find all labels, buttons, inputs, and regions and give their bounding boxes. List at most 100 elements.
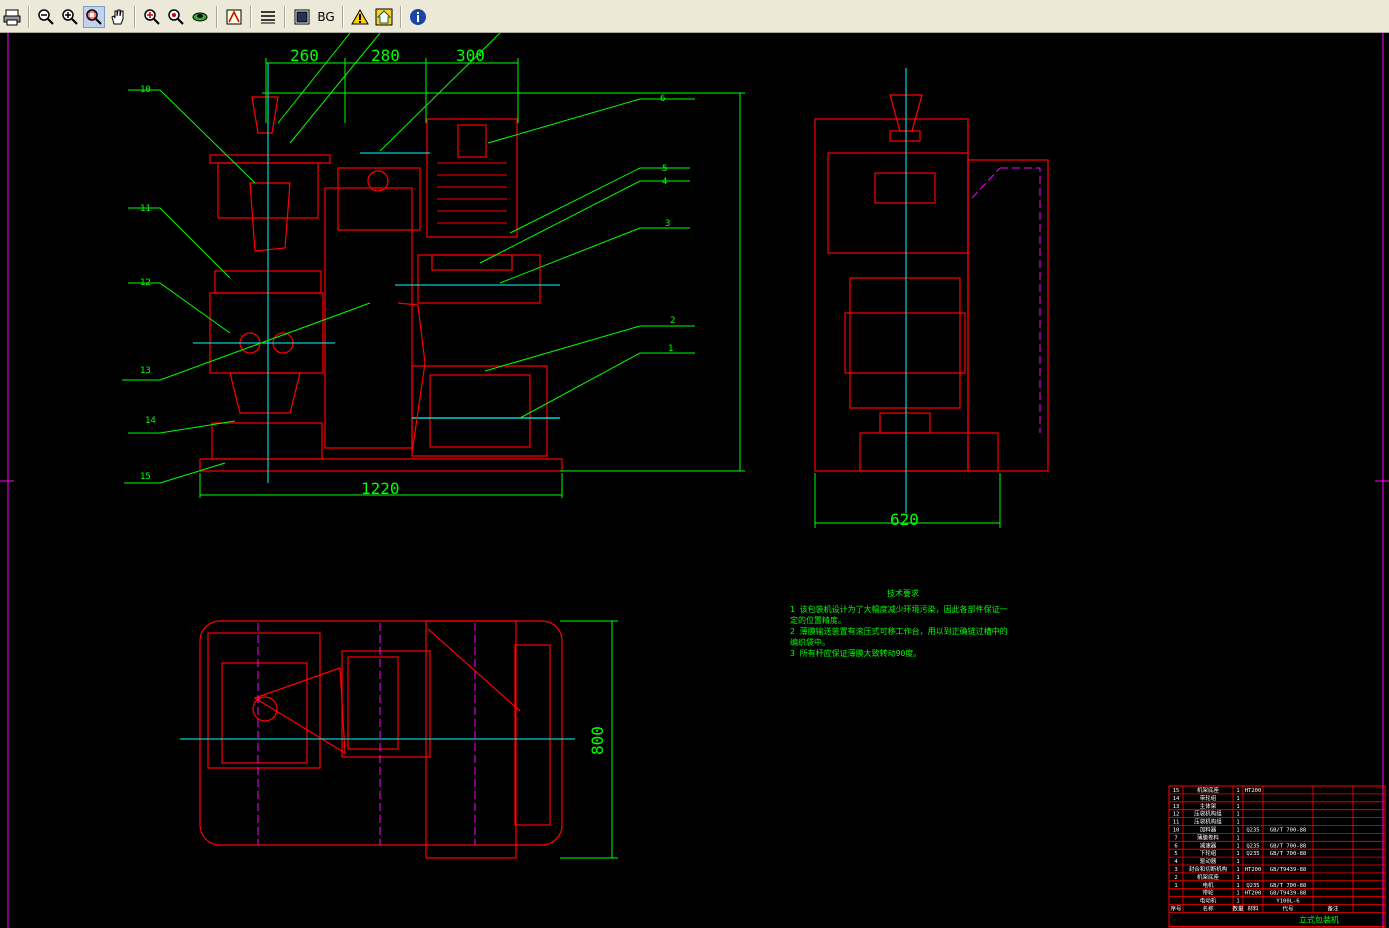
bom-cell: 2	[1174, 875, 1177, 881]
tech-title: 技术要求	[887, 588, 919, 598]
bom-cell: Y100L-6	[1276, 899, 1299, 905]
screen-button[interactable]	[291, 6, 313, 28]
zoom-window-icon	[86, 8, 102, 25]
bom-cell: 11	[1173, 820, 1180, 826]
dim-1220: 1220	[361, 479, 400, 498]
bom-cell: HT200	[1245, 891, 1262, 897]
cad-drawing: 260 280 300 1220 10 11 12 13 14 15 6 5 4…	[0, 33, 1389, 928]
bom-cell: 1	[1174, 883, 1177, 889]
bom-cell: HT200	[1245, 867, 1262, 873]
side-hidden	[971, 167, 1041, 433]
front-dimensions	[199, 58, 745, 498]
dim-620: 620	[890, 510, 919, 529]
side-view	[814, 94, 1049, 472]
callout-10: 10	[140, 85, 151, 95]
bom-header-cell: 名称	[1202, 905, 1214, 913]
properties-button[interactable]	[257, 6, 279, 28]
bom-cell: 下轮组	[1200, 849, 1217, 857]
hand-icon	[111, 9, 124, 24]
bom-cell: 电机	[1202, 881, 1214, 889]
bom-cell: 带轮组	[1200, 794, 1217, 802]
callout-5: 5	[662, 164, 667, 174]
callout-3: 3	[665, 219, 670, 229]
linetype-icon	[226, 9, 242, 24]
bom-cell: 1	[1236, 883, 1239, 889]
bom-cell: Q235	[1246, 883, 1259, 889]
zoom-out-icon	[38, 8, 54, 25]
zoom-extents-button[interactable]	[165, 6, 187, 28]
bom-cell: 带轮	[1202, 889, 1214, 897]
tech-line: 3 所有杆应保证薄膜大致转动90度。	[790, 648, 921, 658]
bom-cell: Q235	[1246, 843, 1259, 849]
bom-cell: 薄膜卷料	[1197, 833, 1220, 841]
bom-cell: 1	[1236, 812, 1239, 818]
bom-title: 立式包装机	[1299, 914, 1339, 924]
drawing-canvas[interactable]: 260 280 300 1220 10 11 12 13 14 15 6 5 4…	[0, 33, 1389, 928]
bom-cell: GB/T 700-88	[1270, 883, 1306, 889]
callout-leaders	[122, 33, 695, 484]
tech-line: 2 薄膜输送装置有滚压式可移工作台，用以到正确链过槽中的	[790, 626, 1008, 636]
callout-1: 1	[668, 344, 673, 354]
bg-button-label: BG	[317, 9, 335, 24]
info-icon	[410, 8, 426, 25]
plan-hidden	[257, 623, 476, 845]
toolbar-separator	[28, 5, 30, 28]
bom-cell: 15	[1173, 788, 1180, 794]
zoom-out-button[interactable]	[35, 6, 57, 28]
bom-cell: 3	[1174, 867, 1177, 873]
bom-cell: Q235	[1246, 851, 1259, 857]
zoom-all-icon	[144, 8, 160, 25]
home-button[interactable]	[373, 6, 395, 28]
print-button[interactable]	[1, 6, 23, 28]
bom-cell: GB/T9439-88	[1270, 867, 1306, 873]
callout-11: 11	[140, 204, 151, 214]
bom-header-cell: 材料	[1247, 905, 1259, 913]
bom-cell: 1	[1236, 843, 1239, 849]
toolbar-separator	[284, 5, 286, 28]
bom-cell: GB/T 700-88	[1270, 843, 1306, 849]
warning-icon	[351, 8, 369, 24]
bom-cell: 主体架	[1200, 802, 1217, 810]
bom-cell: GB/T9439-88	[1270, 891, 1306, 897]
bom-cell: 压袋机构组	[1194, 818, 1222, 826]
bom-cell: GB/T 700-88	[1270, 851, 1306, 857]
callout-4: 4	[662, 177, 667, 187]
bom-cell: 1	[1236, 867, 1239, 873]
bom-cell: 6	[1174, 843, 1177, 849]
tech-line: 定的位置精度。	[790, 615, 846, 625]
toolbar-separator	[134, 5, 136, 28]
bom-cell: 13	[1173, 804, 1180, 810]
pan-button[interactable]	[107, 6, 129, 28]
bom-cell: 机架底座	[1197, 786, 1220, 794]
zoom-window-button[interactable]	[83, 5, 105, 28]
screen-icon	[294, 9, 310, 24]
bg-button[interactable]: BG	[315, 6, 337, 28]
zoom-all-button[interactable]	[141, 6, 163, 28]
bom-cell: 1	[1236, 828, 1239, 834]
info-button[interactable]	[407, 6, 429, 28]
zoom-in-button[interactable]	[59, 6, 81, 28]
bom-cell: 14	[1173, 796, 1180, 802]
bom-cell: 7	[1174, 835, 1177, 841]
bom-cell: 1	[1236, 788, 1239, 794]
toolbar-separator	[400, 5, 402, 28]
bom-cell: 1	[1236, 835, 1239, 841]
tech-line: 编织袋中。	[790, 637, 830, 647]
layers-button[interactable]	[189, 6, 211, 28]
bom-header-cell: 数量	[1232, 905, 1244, 913]
bom-cell: 压袋机构组	[1194, 810, 1222, 818]
home-icon	[375, 8, 393, 25]
warning-button[interactable]	[349, 6, 371, 28]
bom-cell: 1	[1236, 859, 1239, 865]
zoom-extents-icon	[168, 8, 184, 25]
bom-cell: 5	[1174, 851, 1177, 857]
bom-cell: 1	[1236, 804, 1239, 810]
bom-cell: 减速器	[1200, 841, 1217, 849]
callout-15: 15	[140, 472, 151, 482]
toolbar-separator	[342, 5, 344, 28]
bom-cell: 电动机	[1200, 897, 1217, 905]
bom-cell: HT200	[1245, 788, 1262, 794]
properties-icon	[261, 10, 275, 23]
toolbar-separator	[250, 5, 252, 28]
linetype-button[interactable]	[223, 6, 245, 28]
